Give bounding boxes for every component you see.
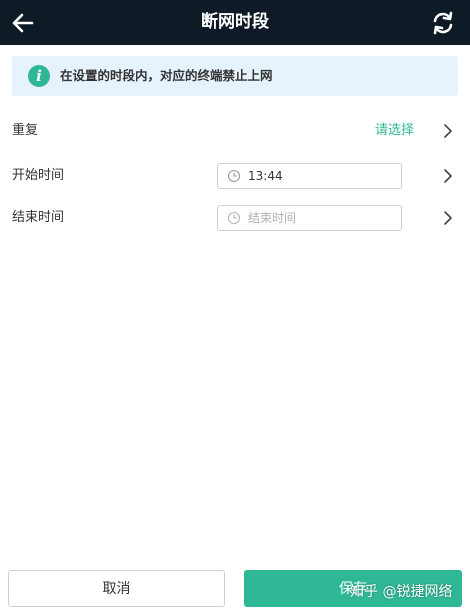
start-time-input[interactable]: 13:44 <box>217 163 402 189</box>
start-time-value: 13:44 <box>248 169 283 183</box>
info-icon: i <box>28 65 50 87</box>
start-time-label: 开始时间 <box>12 168 65 183</box>
end-time-label: 结束时间 <box>12 210 65 225</box>
notice-banner: i 在设置的时段内，对应的终端禁止上网 <box>12 56 458 96</box>
repeat-row[interactable]: 重复 请选择 <box>0 110 470 152</box>
start-time-row: 开始时间 13:44 <box>0 155 470 197</box>
chevron-right-icon[interactable] <box>438 208 458 228</box>
refresh-icon <box>433 11 453 35</box>
repeat-select[interactable]: 请选择 <box>375 110 414 152</box>
clock-icon <box>227 169 241 183</box>
cancel-button[interactable]: 取消 <box>8 570 225 607</box>
repeat-label: 重复 <box>12 123 39 138</box>
watermark: 知乎 @锐捷网络 <box>350 584 453 600</box>
clock-icon <box>227 211 241 225</box>
app-header: 断网时段 <box>0 0 470 45</box>
refresh-button[interactable] <box>428 8 458 38</box>
end-time-input[interactable]: 结束时间 <box>217 205 402 231</box>
end-time-placeholder: 结束时间 <box>248 211 297 225</box>
chevron-right-icon[interactable] <box>438 166 458 186</box>
notice-text: 在设置的时段内，对应的终端禁止上网 <box>60 68 273 83</box>
page-title: 断网时段 <box>201 12 269 32</box>
chevron-right-icon[interactable] <box>438 121 458 141</box>
end-time-row: 结束时间 结束时间 <box>0 197 470 239</box>
